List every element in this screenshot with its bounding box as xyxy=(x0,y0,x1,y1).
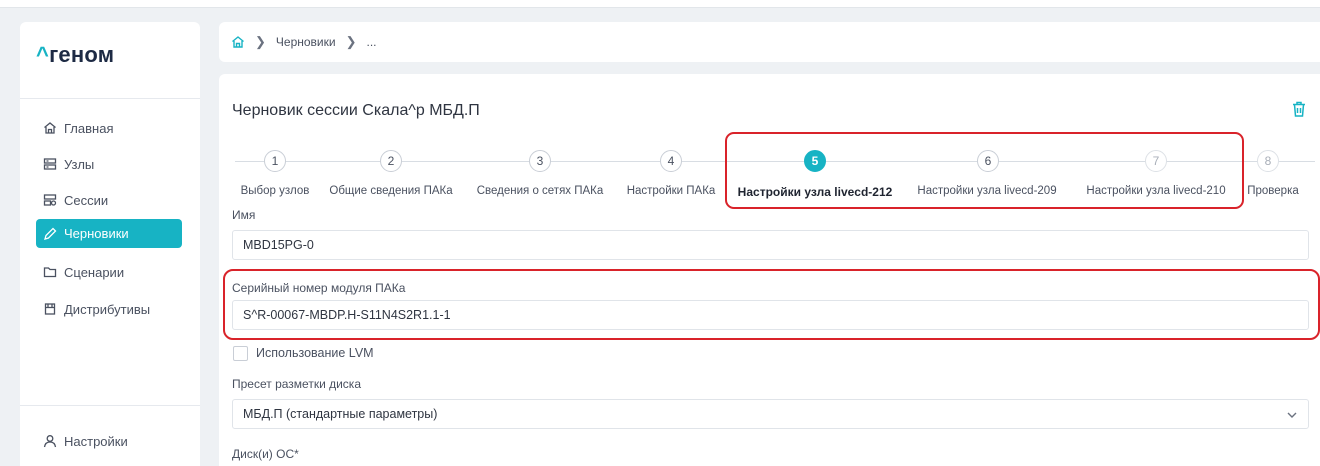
breadcrumb-item-current: ... xyxy=(366,35,377,49)
folder-icon xyxy=(42,264,58,280)
main-panel: Черновик сессии Скала^р МБД.П 1 2 3 4 5 … xyxy=(219,74,1320,466)
sidebar-item-label: Черновики xyxy=(64,226,129,241)
sidebar-item-nodes[interactable]: Узлы xyxy=(36,150,182,178)
sidebar-item-label: Узлы xyxy=(64,156,95,172)
page-title: Черновик сессии Скала^р МБД.П xyxy=(232,102,480,119)
sidebar-item-scenarios[interactable]: Сценарии xyxy=(36,258,182,286)
sidebar-item-label: Настройки xyxy=(64,433,128,449)
name-label: Имя xyxy=(232,208,256,222)
home-icon xyxy=(42,120,58,136)
sidebar-bottom-divider xyxy=(20,405,200,406)
step-3[interactable]: 3 xyxy=(529,150,551,172)
preset-label: Пресет разметки диска xyxy=(232,377,361,391)
step-2[interactable]: 2 xyxy=(380,150,402,172)
name-field[interactable]: MBD15PG-0 xyxy=(232,230,1309,260)
server-icon xyxy=(42,156,58,172)
sidebar-item-drafts[interactable]: Черновики xyxy=(36,219,182,248)
window-top-strip xyxy=(0,0,1320,8)
sidebar-item-label: Дистрибутивы xyxy=(64,301,151,317)
sessions-icon xyxy=(42,192,58,208)
step-label[interactable]: Выбор узлов xyxy=(241,185,310,197)
sidebar: ^геном Главная Узлы Сессии Черновики Сце… xyxy=(20,22,200,466)
lvm-checkbox[interactable] xyxy=(233,346,248,361)
home-icon[interactable] xyxy=(231,35,245,49)
name-value: MBD15PG-0 xyxy=(243,238,314,252)
sidebar-item-sessions[interactable]: Сессии xyxy=(36,186,182,214)
lvm-label[interactable]: Использование LVM xyxy=(256,346,374,360)
chevron-right-icon: ❯ xyxy=(255,34,266,49)
sidebar-item-settings[interactable]: Настройки xyxy=(36,427,182,455)
sidebar-item-home[interactable]: Главная xyxy=(36,114,182,142)
package-icon xyxy=(42,301,58,317)
preset-value: МБД.П (стандартные параметры) xyxy=(243,407,438,421)
highlight-box-serial xyxy=(223,269,1320,340)
user-icon xyxy=(42,433,58,449)
sidebar-item-label: Сценарии xyxy=(64,264,125,280)
step-label[interactable]: Настройки ПАКа xyxy=(627,185,716,197)
sidebar-item-label: Сессии xyxy=(64,192,109,208)
breadcrumb-item-drafts[interactable]: Черновики xyxy=(276,35,336,49)
disk-label: Диск(и) ОС* xyxy=(232,447,299,461)
step-label[interactable]: Сведения о сетях ПАКа xyxy=(477,185,604,197)
sidebar-item-label: Главная xyxy=(64,120,114,136)
step-8[interactable]: 8 xyxy=(1257,150,1279,172)
trash-icon[interactable] xyxy=(1290,100,1308,118)
step-4[interactable]: 4 xyxy=(660,150,682,172)
sidebar-divider xyxy=(20,98,200,99)
chevron-right-icon: ❯ xyxy=(345,34,357,49)
pencil-icon xyxy=(42,226,58,242)
sidebar-item-distributions[interactable]: Дистрибутивы xyxy=(36,295,182,323)
step-label[interactable]: Проверка xyxy=(1247,185,1299,197)
chevron-down-icon xyxy=(1286,409,1298,421)
breadcrumb: ❯ Черновики ❯ ... xyxy=(219,22,1320,62)
preset-select[interactable]: МБД.П (стандартные параметры) xyxy=(232,399,1309,429)
step-1[interactable]: 1 xyxy=(264,150,286,172)
highlight-box-steps xyxy=(725,132,1244,209)
logo[interactable]: ^геном xyxy=(36,42,114,68)
step-label[interactable]: Общие сведения ПАКа xyxy=(329,185,452,197)
